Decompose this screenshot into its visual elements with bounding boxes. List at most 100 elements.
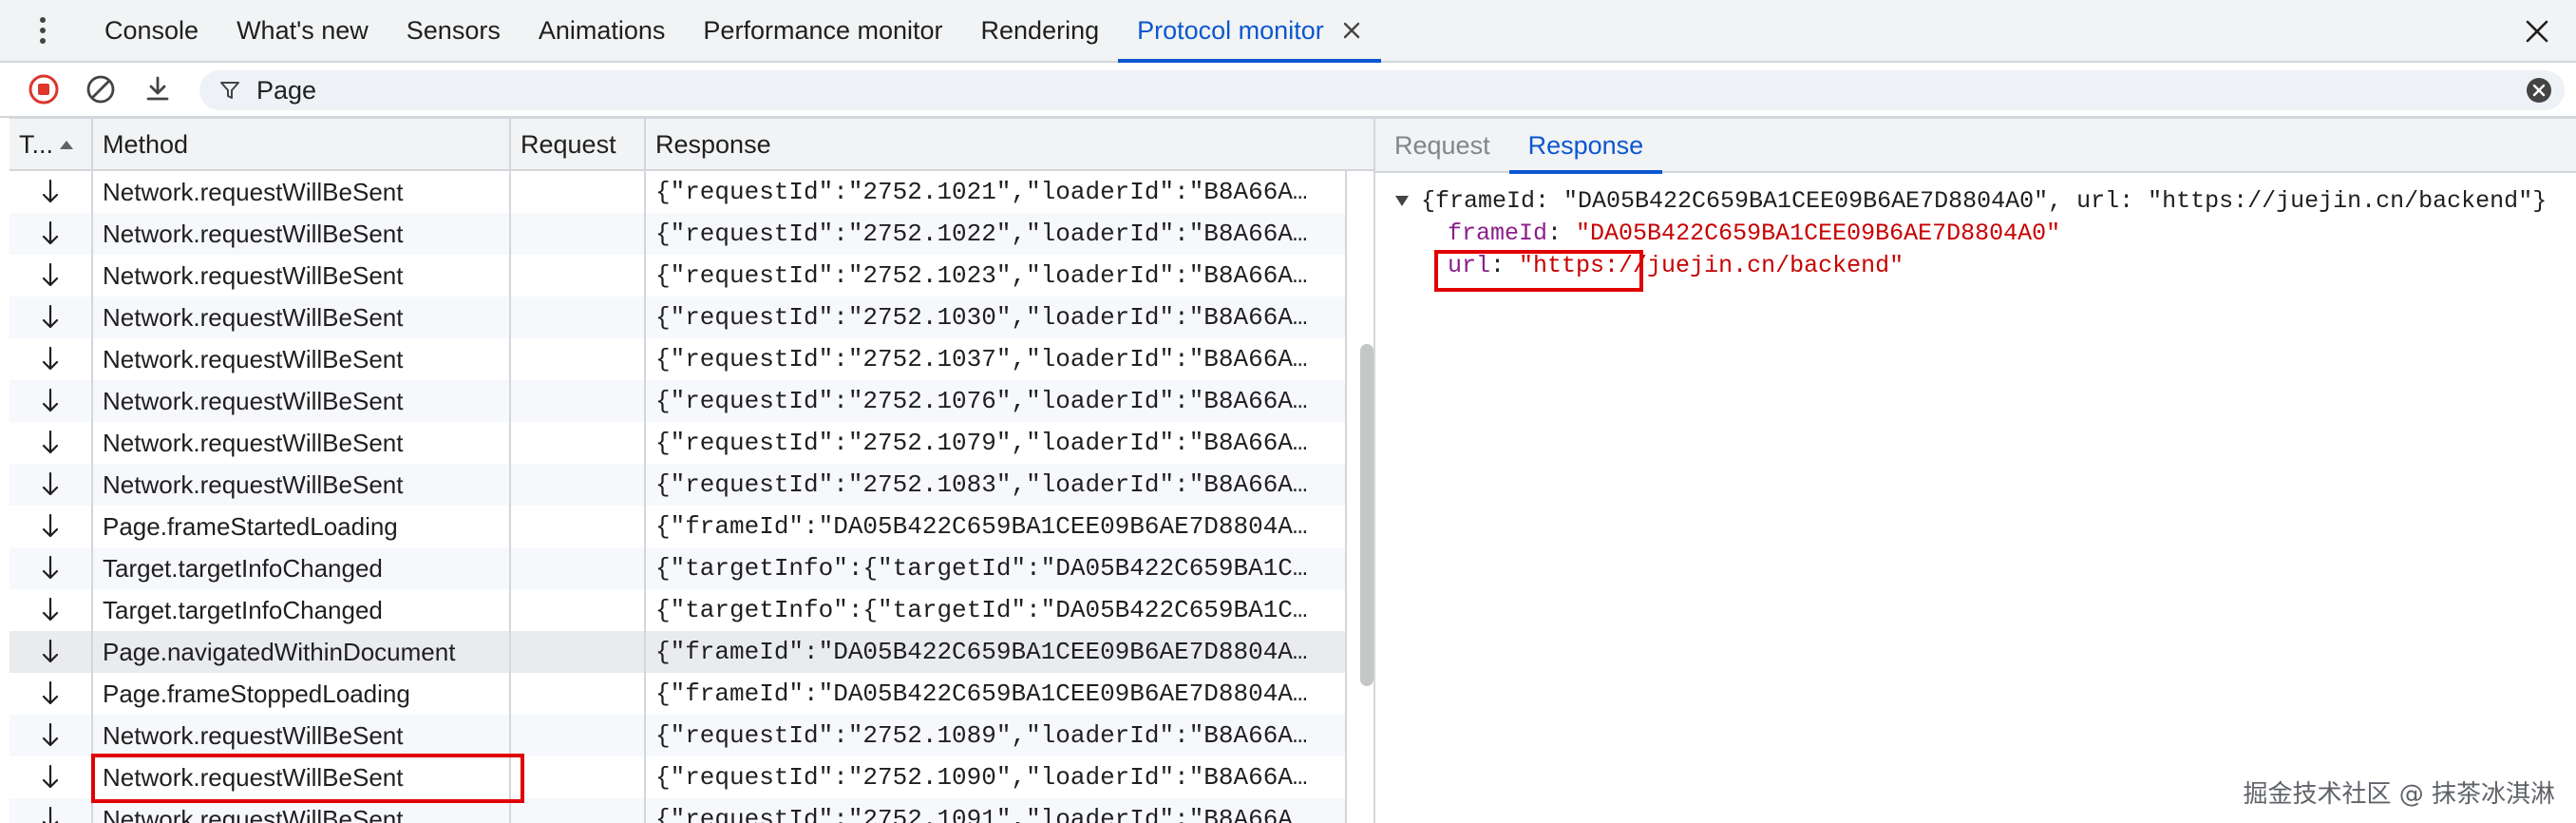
message-direction-cell xyxy=(9,171,93,213)
request-cell xyxy=(511,506,646,547)
header-label: Method xyxy=(103,129,189,159)
table-row[interactable]: Network.requestWillBeSent {"requestId":"2… xyxy=(9,380,1347,422)
close-tab-button[interactable] xyxy=(1341,20,1362,41)
tab-whats-new[interactable]: What's new xyxy=(218,0,388,61)
filter-input[interactable] xyxy=(256,71,2441,109)
request-cell xyxy=(511,464,646,506)
kebab-menu-icon xyxy=(40,17,46,44)
table-row[interactable]: Network.requestWillBeSent {"requestId":"2… xyxy=(9,464,1347,506)
save-log-button[interactable] xyxy=(129,63,186,116)
table-row[interactable]: Network.requestWillBeSent {"requestId":"2… xyxy=(9,213,1347,255)
arrow-down-icon xyxy=(42,346,59,371)
detail-tabs: Request Response xyxy=(1375,118,2576,174)
tab-performance-monitor[interactable]: Performance monitor xyxy=(684,0,961,61)
tab-request[interactable]: Request xyxy=(1375,119,1509,172)
request-cell xyxy=(511,715,646,756)
header-label: T... xyxy=(19,129,54,159)
column-header-response[interactable]: Response xyxy=(646,119,1347,170)
clear-filter-button[interactable] xyxy=(2525,76,2553,105)
message-direction-cell xyxy=(9,297,93,338)
message-direction-cell xyxy=(9,380,93,422)
json-property-frameid[interactable]: frameId: "DA05B422C659BA1CEE09B6AE7D8804… xyxy=(1392,217,2551,249)
table-row[interactable]: Network.requestWillBeSent {"requestId":"2… xyxy=(9,756,1347,798)
table-row[interactable]: Target.targetInfoChanged {"targetInfo":{"… xyxy=(9,589,1347,631)
header-label: Response xyxy=(655,129,771,159)
table-row[interactable]: Network.requestWillBeSent {"requestId":"2… xyxy=(9,297,1347,338)
more-tabs-button[interactable] xyxy=(0,0,85,61)
tab-animations[interactable]: Animations xyxy=(520,0,685,61)
method-cell: Page.navigatedWithinDocument xyxy=(93,631,511,673)
tab-label: Sensors xyxy=(406,15,501,45)
arrow-down-icon xyxy=(42,220,59,245)
response-cell: {"targetInfo":{"targetId":"DA05B422C659B… xyxy=(646,547,1347,589)
request-cell xyxy=(511,213,646,255)
arrow-down-icon xyxy=(42,304,59,329)
response-cell: {"requestId":"2752.1090","loaderId":"B8A… xyxy=(646,756,1347,798)
response-cell: {"requestId":"2752.1076","loaderId":"B8A… xyxy=(646,380,1347,422)
json-key: frameId xyxy=(1448,219,1548,247)
column-header-type[interactable]: T... xyxy=(9,119,93,170)
table-row[interactable]: Network.requestWillBeSent {"requestId":"2… xyxy=(9,338,1347,380)
protocol-messages-table: T... Method Request Response Network.req… xyxy=(9,118,1373,823)
arrow-down-icon xyxy=(42,471,59,496)
arrow-down-icon xyxy=(42,722,59,747)
request-cell xyxy=(511,171,646,213)
message-direction-cell xyxy=(9,213,93,255)
tab-response[interactable]: Response xyxy=(1508,119,1663,174)
header-label: Request xyxy=(521,129,616,159)
arrow-down-icon xyxy=(42,555,59,580)
table-row[interactable]: Network.requestWillBeSent {"requestId":"2… xyxy=(9,255,1347,297)
table-row[interactable]: Network.requestWillBeSent {"requestId":"2… xyxy=(9,171,1347,213)
response-cell: {"requestId":"2752.1030","loaderId":"B8A… xyxy=(646,297,1347,338)
tab-label: Request xyxy=(1394,130,1490,160)
arrow-down-icon xyxy=(42,513,59,538)
column-header-request[interactable]: Request xyxy=(511,119,646,170)
stop-recording-button[interactable] xyxy=(15,63,72,116)
json-property-url[interactable]: url: "https://juejin.cn/backend" xyxy=(1392,249,2551,281)
response-cell: {"requestId":"2752.1023","loaderId":"B8A… xyxy=(646,255,1347,297)
tab-console[interactable]: Console xyxy=(85,0,218,61)
close-icon xyxy=(1343,22,1359,39)
message-direction-cell xyxy=(9,756,93,798)
stop-recording-icon xyxy=(28,74,59,105)
tab-rendering[interactable]: Rendering xyxy=(962,0,1119,61)
filter-icon xyxy=(213,73,247,107)
message-detail-pane: Request Response {frameId: "DA05B422C659… xyxy=(1375,118,2576,823)
request-cell xyxy=(511,422,646,464)
drawer-tabbar: Console What's new Sensors Animations Pe… xyxy=(0,0,2576,63)
message-direction-cell xyxy=(9,589,93,631)
close-drawer-button[interactable] xyxy=(2521,15,2553,48)
table-row[interactable]: Target.targetInfoChanged {"targetInfo":{"… xyxy=(9,547,1347,589)
method-cell: Network.requestWillBeSent xyxy=(93,213,511,255)
arrow-down-icon xyxy=(42,179,59,203)
message-direction-cell xyxy=(9,547,93,589)
response-cell: {"targetInfo":{"targetId":"DA05B422C659B… xyxy=(646,589,1347,631)
table-row[interactable]: Network.requestWillBeSent {"requestId":"2… xyxy=(9,798,1347,823)
message-direction-cell xyxy=(9,506,93,547)
method-cell: Network.requestWillBeSent xyxy=(93,464,511,506)
tab-label: Performance monitor xyxy=(703,15,943,45)
request-cell xyxy=(511,631,646,673)
tab-label: Rendering xyxy=(980,15,1100,45)
table-row[interactable]: Page.navigatedWithinDocument {"frameId":"… xyxy=(9,631,1347,673)
json-colon: : xyxy=(1547,219,1577,247)
arrow-down-icon xyxy=(42,764,59,789)
request-cell xyxy=(511,255,646,297)
json-root[interactable]: {frameId: "DA05B422C659BA1CEE09B6AE7D880… xyxy=(1392,184,2551,217)
expand-triangle-icon[interactable] xyxy=(1392,191,1411,210)
table-row[interactable]: Network.requestWillBeSent {"requestId":"2… xyxy=(9,715,1347,756)
scrollbar-thumb[interactable] xyxy=(1360,344,1373,686)
column-header-method[interactable]: Method xyxy=(93,119,511,170)
method-cell: Network.requestWillBeSent xyxy=(93,255,511,297)
method-cell: Network.requestWillBeSent xyxy=(93,715,511,756)
table-row[interactable]: Page.frameStoppedLoading {"frameId":"DA05… xyxy=(9,673,1347,715)
clear-log-button[interactable] xyxy=(72,63,129,116)
table-row[interactable]: Page.frameStartedLoading {"frameId":"DA05… xyxy=(9,506,1347,547)
table-row[interactable]: Network.requestWillBeSent {"requestId":"2… xyxy=(9,422,1347,464)
method-cell: Network.requestWillBeSent xyxy=(93,422,511,464)
table-scrollbar[interactable] xyxy=(1347,171,1373,823)
arrow-down-icon xyxy=(42,597,59,622)
method-cell: Network.requestWillBeSent xyxy=(93,297,511,338)
tab-sensors[interactable]: Sensors xyxy=(388,0,520,61)
tab-protocol-monitor[interactable]: Protocol monitor xyxy=(1118,0,1381,63)
